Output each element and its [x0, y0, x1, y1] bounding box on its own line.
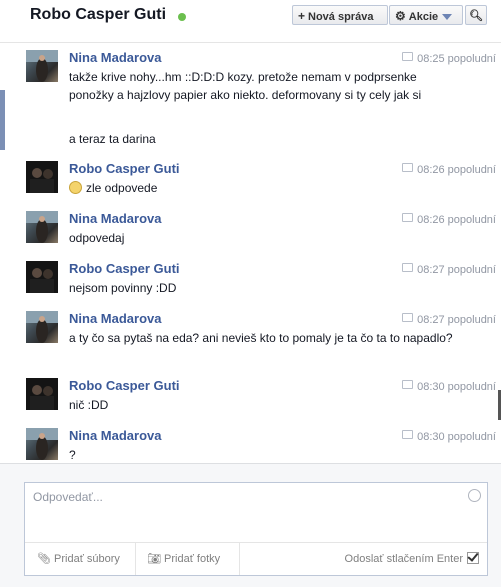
- message-item: Nina Madarova 08:26 popoludní odpovedaj: [26, 211, 496, 251]
- message-time: 08:26 popoludní: [402, 163, 496, 176]
- message-time: 08:26 popoludní: [402, 213, 496, 226]
- search-button[interactable]: 🔍︎: [465, 5, 487, 25]
- message-text: nič :DD: [69, 398, 109, 412]
- scroll-indicator-left: [0, 90, 5, 150]
- gear-icon: ⚙: [395, 9, 406, 23]
- avatar[interactable]: [26, 378, 58, 410]
- message-icon: [402, 52, 414, 61]
- time-label: 08:30 popoludní: [417, 431, 496, 443]
- message-icon: [402, 430, 414, 439]
- sender-name[interactable]: Robo Casper Guti: [69, 378, 180, 393]
- message-item: Robo Casper Guti 08:30 popoludní nič :DD: [26, 378, 496, 418]
- composer-toolbar: 📎︎ Pridať súbory 📷︎ Pridať fotky Odoslať…: [25, 542, 487, 575]
- message-item: Robo Casper Guti 08:26 popoludní zle odp…: [26, 161, 496, 201]
- message-text: ?: [69, 448, 76, 462]
- add-files-label: Pridať súbory: [54, 553, 120, 565]
- message-icon: [402, 163, 414, 172]
- message-time: 08:27 popoludní: [402, 263, 496, 276]
- sender-name[interactable]: Nina Madarova: [69, 211, 161, 226]
- send-on-enter-checkbox[interactable]: [467, 552, 479, 564]
- message-text: a ty čo sa pytaš na eda? ani nevieš kto …: [69, 331, 453, 345]
- avatar[interactable]: [26, 50, 58, 82]
- online-status-icon: [178, 13, 186, 21]
- message-item: Nina Madarova 08:25 popoludní takže kriv…: [26, 50, 496, 150]
- avatar[interactable]: [26, 261, 58, 293]
- message-item: Nina Madarova 08:27 popoludní a ty čo sa…: [26, 311, 496, 371]
- send-on-enter-label: Odoslať stlačením Enter: [344, 553, 463, 565]
- sender-name[interactable]: Robo Casper Guti: [69, 161, 180, 176]
- message-text: zle odpovede: [69, 179, 454, 197]
- actions-dropdown[interactable]: ⚙ Akcie: [389, 5, 463, 25]
- time-label: 08:25 popoludní: [417, 53, 496, 65]
- add-photos-label: Pridať fotky: [164, 553, 221, 565]
- add-files-button[interactable]: 📎︎ Pridať súbory: [37, 552, 120, 565]
- message-time: 08:30 popoludní: [402, 430, 496, 443]
- avatar[interactable]: [26, 428, 58, 460]
- avatar[interactable]: [26, 161, 58, 193]
- search-icon: 🔍︎: [469, 10, 483, 22]
- message-time: 08:25 popoludní: [402, 52, 496, 65]
- camera-icon: 📷︎: [147, 553, 165, 565]
- message-time: 08:30 popoludní: [402, 380, 496, 393]
- conversation-header: Robo Casper Guti + Nová správa ⚙ Akcie 🔍︎: [0, 0, 501, 43]
- reply-box[interactable]: Odpovedať... 📎︎ Pridať súbory 📷︎ Pridať …: [24, 482, 488, 576]
- divider: [239, 543, 240, 575]
- new-message-button[interactable]: + Nová správa: [292, 5, 388, 25]
- message-item: Robo Casper Guti 08:27 popoludní nejsom …: [26, 261, 496, 301]
- smiley-emoji-icon: [69, 181, 82, 194]
- chevron-down-icon: [442, 14, 453, 21]
- reply-input[interactable]: Odpovedať...: [33, 490, 103, 504]
- message-icon: [402, 380, 414, 389]
- time-label: 08:27 popoludní: [417, 314, 496, 326]
- plus-icon: +: [298, 9, 306, 23]
- time-label: 08:27 popoludní: [417, 264, 496, 276]
- avatar[interactable]: [26, 211, 58, 243]
- paperclip-icon: 📎︎: [37, 553, 55, 565]
- message-icon: [402, 213, 414, 222]
- composer-area: Odpovedať... 📎︎ Pridať súbory 📷︎ Pridať …: [0, 463, 501, 587]
- avatar[interactable]: [26, 311, 58, 343]
- message-icon: [402, 263, 414, 272]
- emoji-icon[interactable]: [468, 489, 481, 502]
- sender-name[interactable]: Nina Madarova: [69, 311, 161, 326]
- message-time: 08:27 popoludní: [402, 313, 496, 326]
- time-label: 08:26 popoludní: [417, 164, 496, 176]
- message-text: odpovedaj: [69, 231, 125, 245]
- actions-label: Akcie: [408, 11, 439, 23]
- new-message-label: Nová správa: [308, 11, 374, 23]
- message-text-content: zle odpovede: [86, 181, 158, 195]
- time-label: 08:26 popoludní: [417, 214, 496, 226]
- divider: [135, 543, 136, 575]
- send-on-enter-toggle[interactable]: Odoslať stlačením Enter: [345, 552, 479, 565]
- add-photos-button[interactable]: 📷︎ Pridať fotky: [147, 552, 220, 565]
- message-item: Nina Madarova 08:30 popoludní ?: [26, 428, 496, 462]
- message-text: takže krive nohy...hm ::D:D:D kozy. pret…: [69, 70, 422, 102]
- sender-name[interactable]: Robo Casper Guti: [69, 261, 180, 276]
- message-text: nejsom povinny :DD: [69, 281, 177, 295]
- conversation-title[interactable]: Robo Casper Guti: [30, 6, 166, 24]
- sender-name[interactable]: Nina Madarova: [69, 428, 161, 443]
- message-icon: [402, 313, 414, 322]
- sender-name[interactable]: Nina Madarova: [69, 50, 161, 65]
- message-text: a teraz ta darina: [69, 132, 156, 146]
- time-label: 08:30 popoludní: [417, 381, 496, 393]
